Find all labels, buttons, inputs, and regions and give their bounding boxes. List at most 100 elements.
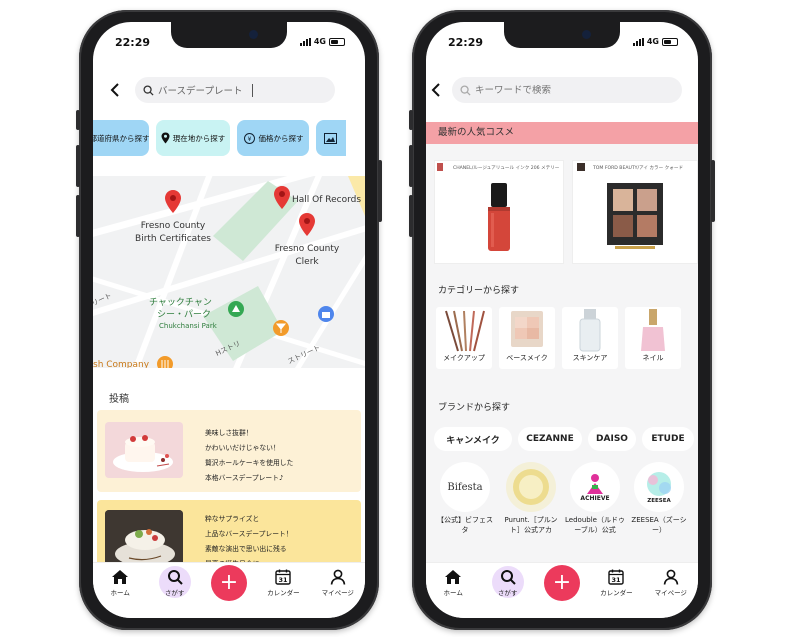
brand-name-zeesea[interactable]: ZEESEA（ズーシー） (628, 515, 690, 535)
map-label-company: sh Company (93, 360, 150, 368)
map-view[interactable]: Fresno County Birth Certificates Hall Of… (93, 176, 365, 368)
search-input[interactable]: バースデープレート (158, 83, 242, 97)
brand-name-purunt[interactable]: Purunt.［プルント］公式アカ (500, 515, 562, 535)
plus-icon[interactable]: + (543, 565, 580, 601)
price-icon: ¥ (243, 133, 255, 144)
person-icon (663, 569, 679, 585)
svg-text:31: 31 (612, 576, 622, 584)
chip-label: 価格から探す (258, 133, 304, 143)
category-makeup[interactable]: メイクアップ (436, 307, 492, 369)
power-button (378, 160, 382, 222)
map-pin-bar[interactable] (273, 320, 289, 336)
network-label: 4G (313, 37, 326, 46)
product-thumb-icon (437, 163, 443, 171)
volume-up-button (409, 145, 413, 187)
tab-post[interactable]: + (537, 565, 587, 601)
chip-current-location[interactable]: 現在地から探す (156, 120, 230, 156)
back-icon[interactable] (428, 76, 444, 104)
svg-text:¥: ¥ (247, 136, 251, 143)
text-caret (252, 83, 254, 97)
status-time: 22:29 (448, 36, 484, 49)
search-chip-row: 都道府県から探す 現在地から探す ¥ 価格から探す (93, 120, 365, 160)
notch (504, 22, 620, 48)
tab-post[interactable]: + (204, 565, 254, 601)
map-label-hall: Hall Of Records (292, 195, 361, 205)
product-thumb-icon (577, 163, 585, 171)
map-pin-shopping[interactable] (318, 306, 334, 322)
tab-search[interactable]: さがす (483, 566, 533, 598)
product-title: CHANEL/ルージュアリュール インク 206 メテリー (453, 166, 560, 171)
left-phone-frame: 22:29 4G バースデープレート 都道府県から探す 現在地から探す ¥ 価格… (76, 10, 382, 630)
search-field[interactable] (452, 77, 682, 103)
svg-text:31: 31 (279, 576, 289, 584)
cake-icon (105, 422, 183, 478)
camera-icon (249, 30, 258, 39)
chip-label: 都道府県から探す (93, 133, 150, 143)
search-field[interactable]: バースデープレート (135, 77, 335, 103)
product-card-2[interactable]: TOM FORD BEAUTY/アイ カラー クォード (572, 160, 698, 264)
location-pin-icon (161, 132, 170, 144)
category-nail[interactable]: ネイル (625, 307, 681, 369)
tab-mypage[interactable]: マイページ (646, 569, 696, 597)
brand-name-bifesta[interactable]: 【公式】ビフェスタ (434, 515, 496, 535)
map-label-clerk-1: Fresno County (275, 244, 340, 254)
tab-calendar[interactable]: 31 カレンダー (591, 569, 641, 597)
map-label-birth-1: Fresno County (141, 221, 206, 231)
mute-switch (76, 110, 80, 130)
map-label-park-en: Chukchansi Park (159, 322, 218, 330)
calendar-icon: 31 (275, 569, 292, 585)
power-button (711, 160, 715, 222)
brand-logo-achieve[interactable]: ACHIEVE (570, 462, 620, 512)
tab-mypage[interactable]: マイページ (313, 569, 363, 597)
tab-label: カレンダー (600, 589, 633, 597)
image-icon (324, 132, 337, 144)
volume-up-button (76, 145, 80, 187)
back-icon[interactable] (101, 76, 129, 104)
brand-pill-canmake[interactable]: キャンメイク (434, 427, 512, 451)
plus-icon[interactable]: + (210, 565, 247, 601)
tab-search[interactable]: さがす (150, 566, 200, 598)
chip-price[interactable]: ¥ 価格から探す (237, 120, 309, 156)
product-card-1[interactable]: CHANEL/ルージュアリュール インク 206 メテリー (434, 160, 564, 264)
category-skincare[interactable]: スキンケア (562, 307, 618, 369)
brand-logo-purunt[interactable] (506, 462, 556, 512)
tab-label: さがす (164, 589, 185, 597)
home-icon (112, 570, 129, 584)
chip-image[interactable] (316, 120, 346, 156)
brand-pill-cezanne[interactable]: CEZANNE (518, 427, 582, 451)
post-line: 上品なバースデープレート！ (205, 530, 293, 538)
person-icon (330, 569, 346, 585)
search-row (426, 74, 698, 106)
posts-heading: 投稿 (109, 394, 129, 405)
tab-label: カレンダー (267, 589, 300, 597)
tab-home[interactable]: ホーム (95, 569, 145, 597)
trending-banner: 最新の人気コスメ (426, 122, 698, 144)
post-text-1: 美味しさ抜群！ かわいいだけじゃない！ 贅沢ホールケーキを使用した 本格バースデ… (205, 426, 293, 486)
brand-logo-zeesea[interactable]: ZEESEA (634, 462, 684, 512)
post-image-1 (105, 422, 183, 478)
search-input[interactable] (475, 84, 615, 96)
category-label: ネイル (642, 354, 664, 362)
post-card-1[interactable]: 美味しさ抜群！ かわいいだけじゃない！ 贅沢ホールケーキを使用した 本格バースデ… (97, 410, 361, 492)
category-base-makeup[interactable]: ベースメイク (499, 307, 555, 369)
brand-pill-etude[interactable]: ETUDE (642, 427, 694, 451)
bottle-icon (579, 309, 601, 352)
lipstick-icon (488, 183, 510, 251)
tab-home[interactable]: ホーム (428, 569, 478, 597)
brand-pill-daiso[interactable]: DAISO (588, 427, 636, 451)
tab-calendar[interactable]: 31 カレンダー (258, 569, 308, 597)
map-canvas: Fresno County Birth Certificates Hall Of… (93, 176, 365, 368)
brand-name-ledouble[interactable]: Ledouble（ルドゥーブル）公式 (564, 515, 626, 535)
category-heading: カテゴリーから探す (438, 286, 520, 296)
map-pin-park[interactable] (228, 301, 244, 317)
signal-icon (632, 37, 644, 46)
category-label: メイクアップ (443, 354, 485, 362)
eyeshadow-palette-icon (607, 183, 663, 249)
signal-icon (299, 37, 311, 46)
search-icon (460, 84, 471, 96)
brand-logo-bifesta[interactable]: Bifesta (440, 462, 490, 512)
chip-prefecture[interactable]: 都道府県から探す (93, 120, 150, 156)
mute-switch (409, 110, 413, 130)
tab-label: さがす (497, 589, 518, 597)
map-label-clerk-2: Clerk (295, 257, 319, 267)
